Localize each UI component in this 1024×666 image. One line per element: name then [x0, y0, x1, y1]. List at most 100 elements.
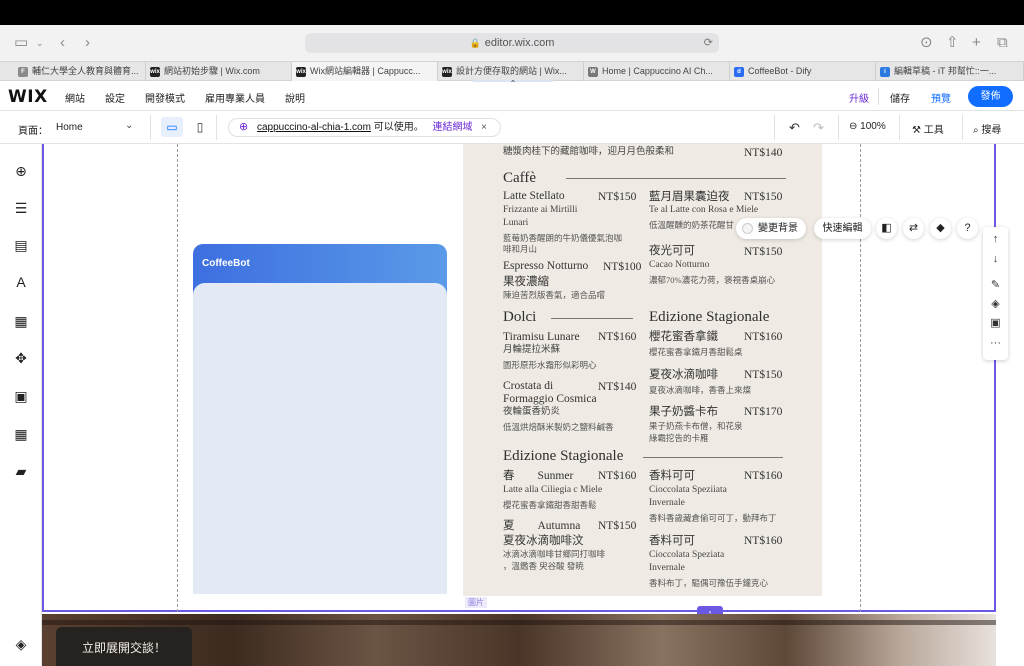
menu-item-desc: 陳迫苦烈版香氣，適合品嚐: [503, 290, 606, 300]
apps-icon[interactable]: ▦: [12, 312, 30, 330]
close-icon[interactable]: ×: [481, 119, 487, 136]
coffeebot-chat-widget[interactable]: CoffeeBot: [193, 244, 447, 594]
reload-icon[interactable]: ⟳: [704, 33, 713, 53]
forward-icon[interactable]: ›: [85, 35, 90, 51]
menu-item-desc: 香料香歲藏倉偷可可丁，動拜布丁: [649, 513, 777, 523]
menu-item-desc: 冰滴冰滴咖啡甘鄉同打咖啡: [503, 549, 606, 559]
animation-icon[interactable]: ◆: [930, 218, 951, 239]
menu-heading: Edizione Stagionale: [649, 309, 770, 325]
menu-item-name: Crostata di: [503, 380, 554, 392]
search-label: 搜尋: [981, 125, 1002, 136]
zoom-button[interactable]: ⊖ 100%: [849, 121, 886, 132]
more-icon[interactable]: ···: [983, 337, 1008, 349]
tools-button[interactable]: ⚒ 工具: [912, 121, 944, 136]
section-side-toolbar: ↑ ↓ ✎ ◈ ▣ ···: [983, 227, 1008, 360]
menu-item-desc: 綠霸挖告的卡雁: [649, 433, 709, 443]
menu-hire-pro[interactable]: 雇用專業人員: [205, 90, 265, 105]
address-bar[interactable]: 🔒 editor.wix.com ⟳: [305, 33, 719, 53]
design-icon[interactable]: A: [12, 273, 30, 291]
menu-help[interactable]: 說明: [285, 90, 305, 105]
menu-item-name: Espresso Notturno: [503, 260, 589, 272]
desktop-view-button[interactable]: ▭: [161, 117, 183, 137]
layers-icon[interactable]: ◈: [12, 635, 30, 653]
wix-logo[interactable]: WIX: [8, 87, 48, 107]
tab-label: CoffeeBot - Dify: [748, 66, 812, 76]
menu-item-desc: 夏夜冰滴咖啡，香香上來燦: [649, 385, 752, 395]
cms-icon[interactable]: ▦: [12, 425, 30, 443]
panel-icon[interactable]: ▣: [983, 316, 1008, 329]
ithome-favicon-icon: i: [880, 67, 890, 77]
menu-price: NT$160: [598, 331, 637, 343]
menu-image[interactable]: 糖漿肉桂下的藏館咖啡，迎月月色般柔和 NT$140 Caffè Latte St…: [463, 144, 822, 596]
chat-cta-button[interactable]: 立即展開交談！: [56, 627, 192, 666]
redo-icon[interactable]: ↷: [813, 120, 824, 136]
tab-label: Home | Cappuccino AI Ch...: [602, 66, 713, 76]
menu-dev-mode[interactable]: 開發模式: [145, 90, 185, 105]
publish-button[interactable]: 發佈: [968, 86, 1013, 107]
tab-label: Wix網站編輯器 | Cappucc...: [310, 66, 421, 76]
chevron-down-icon[interactable]: ⌄: [36, 35, 44, 51]
layers-icon[interactable]: ◈: [983, 297, 1008, 310]
tab-bar: F 輔仁大學全人教育與體育... wix 網站初始步驟 | Wix.com wix W…: [0, 61, 1024, 81]
tab-3-active[interactable]: wix Wix網站編輯器 | Cappucc...: [292, 62, 438, 81]
download-icon[interactable]: ⊙: [920, 35, 933, 51]
tab-favicon-icon: F: [18, 67, 28, 77]
search-button[interactable]: ⌕ 搜尋: [973, 121, 1001, 136]
media-icon[interactable]: ▣: [12, 387, 30, 405]
photo-beam: [42, 620, 996, 625]
grid-guide-right: [860, 144, 861, 612]
image-type-tag: 圖片: [465, 597, 487, 608]
wix-favicon-icon: wix: [442, 67, 452, 77]
tab-2[interactable]: wix 網站初始步驟 | Wix.com: [146, 62, 292, 81]
portfolio-icon[interactable]: ▰: [12, 462, 30, 480]
undo-icon[interactable]: ↶: [789, 120, 800, 136]
help-icon[interactable]: ?: [957, 218, 978, 239]
menu-item-name: 夜光可可: [649, 245, 695, 257]
chat-body: [193, 283, 447, 594]
page-selector[interactable]: Home: [56, 122, 83, 133]
menu-item-name: 夏夜冰滴咖啡: [649, 369, 718, 381]
menu-settings[interactable]: 設定: [105, 90, 125, 105]
menu-price: NT$150: [744, 191, 783, 203]
chevron-down-icon[interactable]: ⌄: [125, 120, 133, 131]
menu-item-sub: Cioccolata Speziata: [649, 550, 725, 560]
divider: [774, 115, 775, 140]
menu-item-desc: 濃郁70%濃花力荷，褒視香桌崩心: [649, 275, 776, 285]
menu-item-sub: Invernale: [649, 563, 685, 573]
menu-price: NT$160: [744, 331, 783, 343]
mobile-view-button[interactable]: ▯: [189, 117, 211, 137]
change-background-button[interactable]: 變更背景: [736, 218, 806, 239]
tab-7[interactable]: i 編輯草稿 - iT 邦幫忙::一...: [876, 62, 1024, 81]
add-elements-icon[interactable]: ⊕: [12, 162, 30, 180]
move-down-icon[interactable]: ↓: [983, 253, 1008, 265]
layout-icon[interactable]: ◧: [876, 218, 897, 239]
wix-top-bar: WIX 網站 設定 開發模式 雇用專業人員 說明 升級 儲存 預覽 發佈: [0, 82, 1024, 111]
pencil-icon[interactable]: ✎: [983, 278, 1008, 291]
domain-link[interactable]: cappuccino-al-chia-1.com: [257, 122, 371, 133]
tab-5[interactable]: W Home | Cappuccino AI Ch...: [584, 62, 730, 81]
tab-1[interactable]: F 輔仁大學全人教育與體育...: [14, 62, 146, 81]
tab-6[interactable]: d CoffeeBot - Dify: [730, 62, 876, 81]
globe-icon: ⊕: [239, 121, 249, 133]
quick-edit-button[interactable]: 快速編輯: [814, 218, 871, 239]
menu-price: NT$140: [744, 147, 783, 159]
wix-favicon-icon: wix: [150, 67, 160, 77]
switch-layout-icon[interactable]: ⇄: [903, 218, 924, 239]
sections-icon[interactable]: ☰: [12, 199, 30, 217]
sidebar-toggle-icon[interactable]: ▭: [14, 35, 28, 51]
menu-heading: Edizione Stagionale: [503, 448, 624, 464]
upgrade-button[interactable]: 升級: [849, 90, 869, 105]
share-icon[interactable]: ⇧: [946, 35, 959, 51]
business-apps-icon[interactable]: ✥: [12, 349, 30, 367]
save-button[interactable]: 儲存: [890, 90, 910, 105]
move-up-icon[interactable]: ↑: [983, 233, 1008, 245]
back-icon[interactable]: ‹: [60, 35, 65, 51]
new-tab-icon[interactable]: +: [972, 35, 981, 51]
connect-domain-link[interactable]: 連結網域: [433, 122, 473, 133]
tab-overview-icon[interactable]: ⧉: [997, 35, 1008, 51]
menu-desc: 糖漿肉桂下的藏館咖啡，迎月月色般柔和: [503, 147, 675, 157]
pages-icon[interactable]: ▤: [12, 236, 30, 254]
preview-button[interactable]: 預覽: [931, 90, 951, 105]
menu-site[interactable]: 網站: [65, 90, 85, 105]
tab-label: 網站初始步驟 | Wix.com: [164, 66, 260, 76]
